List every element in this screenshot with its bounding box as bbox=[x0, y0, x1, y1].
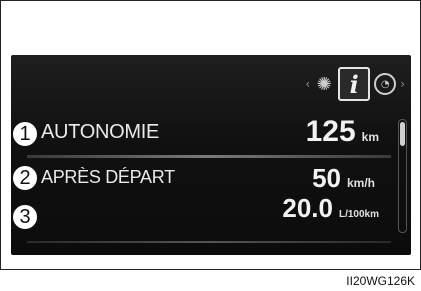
figure-frame: ‹ ✺ i ◔ › AUTONOMIE 125 km APRÈS DÉPART … bbox=[0, 0, 421, 270]
right-arrow-icon[interactable]: › bbox=[400, 77, 405, 91]
range-label: AUTONOMIE bbox=[41, 121, 160, 143]
consumption-row: 20.0 L/100km bbox=[11, 193, 393, 229]
left-arrow-icon[interactable]: ‹ bbox=[305, 77, 310, 91]
info-icon[interactable]: i bbox=[338, 67, 371, 101]
scroll-thumb[interactable] bbox=[400, 122, 405, 146]
consumption-value: 20.0 bbox=[282, 193, 333, 223]
gauge-icon[interactable]: ◔ bbox=[374, 73, 397, 95]
callout-2: 2 bbox=[12, 165, 38, 191]
divider bbox=[27, 241, 391, 243]
range-unit: km bbox=[361, 130, 379, 144]
speed-unit: km/h bbox=[346, 176, 375, 190]
consumption-value-group: 20.0 L/100km bbox=[282, 193, 379, 224]
display-icon-bar: ‹ ✺ i ◔ › bbox=[305, 67, 405, 101]
callout-3: 3 bbox=[12, 204, 38, 230]
scrollbar[interactable] bbox=[398, 119, 407, 233]
range-value-group: 125 km bbox=[306, 115, 379, 149]
gear-icon[interactable]: ✺ bbox=[314, 74, 334, 95]
range-row: AUTONOMIE 125 km bbox=[11, 115, 393, 155]
display-screen: ‹ ✺ i ◔ › AUTONOMIE 125 km APRÈS DÉPART … bbox=[11, 55, 411, 255]
after-start-label: APRÈS DÉPART bbox=[41, 167, 175, 187]
callout-1: 1 bbox=[12, 121, 38, 147]
speed-value: 50 bbox=[312, 163, 341, 193]
divider bbox=[27, 155, 391, 158]
figure-code: II20WG126K bbox=[346, 274, 415, 288]
speed-value-group: 50 km/h bbox=[312, 163, 375, 194]
consumption-unit: L/100km bbox=[338, 209, 379, 220]
range-value: 125 bbox=[305, 115, 356, 148]
